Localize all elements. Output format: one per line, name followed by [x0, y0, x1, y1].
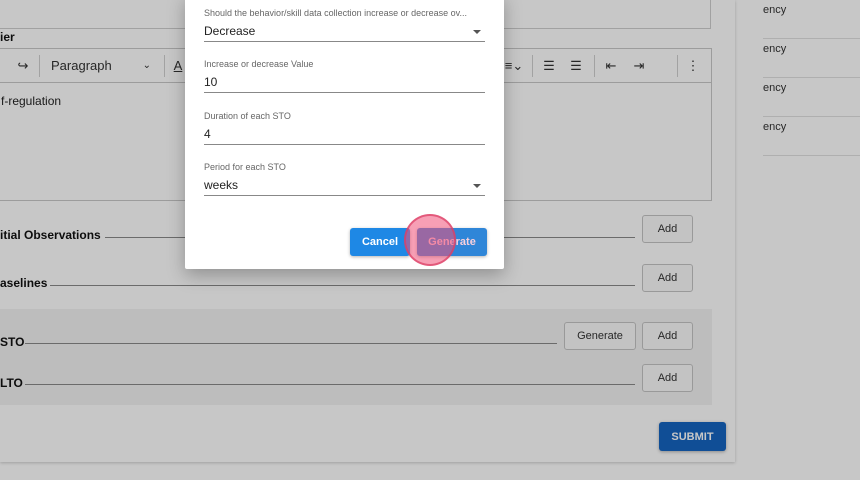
cancel-button[interactable]: Cancel [350, 228, 410, 256]
duration-field[interactable]: Duration of each STO 4 [204, 111, 485, 145]
generate-button[interactable]: Generate [417, 228, 487, 256]
period-value[interactable]: weeks [204, 178, 485, 196]
direction-select[interactable]: Should the behavior/skill data collectio… [204, 8, 485, 42]
period-label: Period for each STO [204, 162, 286, 172]
change-value-label: Increase or decrease Value [204, 59, 314, 69]
change-value-input[interactable]: 10 [204, 75, 485, 93]
duration-label: Duration of each STO [204, 111, 291, 121]
period-select[interactable]: Period for each STO weeks [204, 162, 485, 196]
direction-value[interactable]: Decrease [204, 24, 485, 42]
duration-input[interactable]: 4 [204, 127, 485, 145]
dropdown-arrow-icon [473, 30, 481, 34]
change-value-field[interactable]: Increase or decrease Value 10 [204, 59, 485, 93]
dropdown-arrow-icon [473, 184, 481, 188]
direction-label: Should the behavior/skill data collectio… [204, 8, 467, 18]
period-value-text: weeks [204, 178, 239, 192]
generate-sto-dialog: Should the behavior/skill data collectio… [185, 0, 504, 269]
direction-value-text: Decrease [204, 24, 256, 38]
